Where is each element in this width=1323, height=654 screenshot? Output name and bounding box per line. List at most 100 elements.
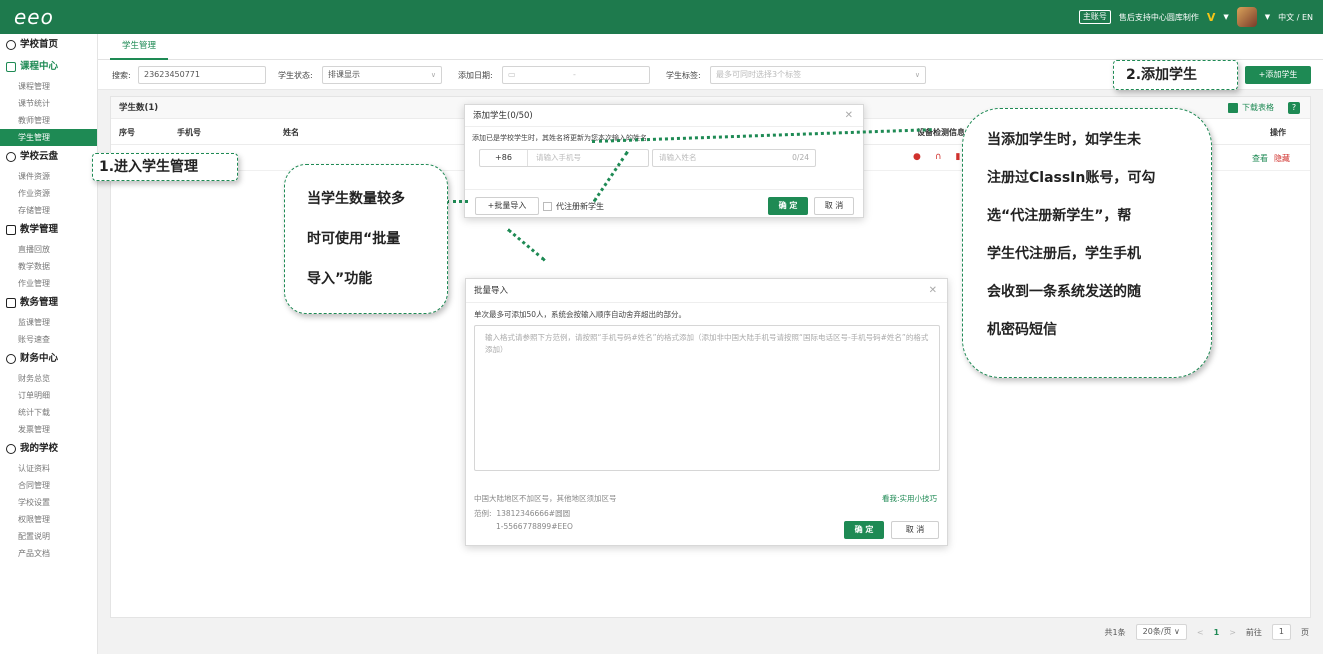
sidebar-item-lesson-stats[interactable]: 课节统计 xyxy=(0,95,97,112)
sidebar-item-student-manage[interactable]: 学生管理 xyxy=(0,129,97,146)
sidebar-item-replay[interactable]: 直播回放 xyxy=(0,241,97,258)
divider xyxy=(465,189,863,190)
sidebar-item-homework-res[interactable]: 作业资源 xyxy=(0,185,97,202)
sidebar-section-myschool[interactable]: 我的学校 xyxy=(0,438,97,460)
example-block: 范例: 13812346666#圆圆 1-5566778899#EEO xyxy=(474,507,573,533)
sidebar-item-account-lookup[interactable]: 账号速查 xyxy=(0,331,97,348)
sidebar-item-school-settings[interactable]: 学校设置 xyxy=(0,494,97,511)
language-switch[interactable]: 中文 / EN xyxy=(1278,12,1313,23)
view-link[interactable]: 查看 xyxy=(1252,153,1268,164)
phone-input[interactable]: 请输入手机号 xyxy=(536,150,581,166)
status-select[interactable]: 排课显示 ∨ xyxy=(322,66,442,84)
batch-cancel-button[interactable]: 取 消 xyxy=(891,521,939,539)
next-page-icon[interactable]: > xyxy=(1229,628,1236,637)
camera-icon: ● xyxy=(913,152,921,162)
sidebar-item-stats-download[interactable]: 统计下载 xyxy=(0,404,97,421)
col-device: 设备检测信息 xyxy=(917,128,965,137)
date-separator: - xyxy=(573,70,576,79)
spreadsheet-icon xyxy=(1228,103,1238,113)
goto-page-input[interactable]: 1 xyxy=(1271,624,1291,640)
country-code[interactable]: +86 xyxy=(480,150,528,166)
tag-placeholder: 最多可同时选择3个标签 xyxy=(716,70,802,79)
area-code-hint: 中国大陆地区不加区号，其他地区须加区号 xyxy=(474,494,617,503)
sidebar-item-invoice[interactable]: 发票管理 xyxy=(0,421,97,438)
add-student-button[interactable]: +添加学生 xyxy=(1245,66,1311,84)
page-size-select[interactable]: 20条/页 ∨ xyxy=(1135,624,1187,640)
sidebar-item-homework-manage[interactable]: 作业管理 xyxy=(0,275,97,292)
sidebar-section-label: 财务中心 xyxy=(20,353,59,364)
search-label: 搜索: xyxy=(112,71,131,80)
sidebar-section-cloud[interactable]: 学校云盘 xyxy=(0,146,97,168)
sidebar-item-config-notes[interactable]: 配置说明 xyxy=(0,528,97,545)
sidebar-section-home[interactable]: 学校首页 xyxy=(0,34,97,56)
sidebar-item-product-docs[interactable]: 产品文档 xyxy=(0,545,97,562)
sidebar-item-contracts[interactable]: 合同管理 xyxy=(0,477,97,494)
prev-page-icon[interactable]: < xyxy=(1197,628,1204,637)
sidebar-item-course-manage[interactable]: 课程管理 xyxy=(0,78,97,95)
name-input[interactable]: 请输入姓名 0/24 xyxy=(652,149,816,167)
sidebar-item-permissions[interactable]: 权限管理 xyxy=(0,511,97,528)
callout-register: 当添加学生时，如学生未 注册过ClassIn账号，可勾 选“代注册新学生”，帮 … xyxy=(962,108,1212,378)
sidebar-item-storage[interactable]: 存储管理 xyxy=(0,202,97,219)
hide-link[interactable]: 隐藏 xyxy=(1274,153,1290,164)
confirm-button[interactable]: 确 定 xyxy=(768,197,808,215)
batch-confirm-button[interactable]: 确 定 xyxy=(844,521,884,539)
callout-line: 当学生数量较多 xyxy=(307,191,405,207)
date-label: 添加日期: xyxy=(458,71,493,80)
pagination: 共1条 20条/页 ∨ < 1 > 前往 1 页 xyxy=(1105,624,1309,640)
status-label: 学生状态: xyxy=(278,71,313,80)
export-area: 下载表格 ? xyxy=(1228,97,1300,119)
page-size-value: 20条/页 xyxy=(1142,627,1172,636)
sidebar-section-course[interactable]: 课程中心 xyxy=(0,56,97,78)
add-dialog-title: 添加学生(0/50) xyxy=(473,111,533,121)
register-new-student-checkbox[interactable]: 代注册新学生 xyxy=(543,201,604,212)
current-page[interactable]: 1 xyxy=(1214,628,1220,637)
callout-line: 学生代注册后，学生手机 xyxy=(987,246,1141,262)
sidebar-section-finance[interactable]: 财务中心 xyxy=(0,348,97,370)
sidebar-item-courseware[interactable]: 课件资源 xyxy=(0,168,97,185)
dialog-title: 批量导入 ✕ xyxy=(466,279,947,303)
sidebar-section-label: 课程中心 xyxy=(20,61,59,72)
org-name[interactable]: 售后支持中心圆库制作 xyxy=(1119,12,1199,23)
gear-icon xyxy=(6,444,16,454)
eeo-logo[interactable]: eeo xyxy=(14,5,54,29)
sidebar-item-orders[interactable]: 订单明细 xyxy=(0,387,97,404)
chevron-down-icon[interactable]: ▼ xyxy=(1223,13,1228,21)
sidebar-section-label: 我的学校 xyxy=(20,443,59,454)
tab-student-manage[interactable]: 学生管理 xyxy=(110,34,169,60)
col-ops: 操作 xyxy=(1270,128,1286,137)
avatar-chevron-down-icon[interactable]: ▼ xyxy=(1265,13,1270,21)
avatar[interactable] xyxy=(1236,7,1257,27)
page-suffix: 页 xyxy=(1301,627,1309,637)
home-icon xyxy=(6,40,16,50)
sidebar-item-finance-overview[interactable]: 财务总览 xyxy=(0,370,97,387)
cancel-button[interactable]: 取 消 xyxy=(814,197,854,215)
date-range-picker[interactable]: ▭ - xyxy=(502,66,650,84)
sidebar-section-teaching[interactable]: 教学管理 xyxy=(0,219,97,241)
sidebar-item-teacher-manage[interactable]: 教师管理 xyxy=(0,112,97,129)
sidebar-item-teaching-data[interactable]: 教学数据 xyxy=(0,258,97,275)
tips-link[interactable]: 看我:实用小技巧 xyxy=(882,493,937,504)
chevron-down-icon: ∨ xyxy=(914,71,920,79)
batch-import-button[interactable]: +批量导入 xyxy=(475,197,539,215)
vip-icon: V xyxy=(1206,10,1216,24)
sidebar-item-monitor[interactable]: 监课管理 xyxy=(0,314,97,331)
close-icon[interactable]: ✕ xyxy=(929,279,937,303)
tag-select[interactable]: 最多可同时选择3个标签 ∨ xyxy=(710,66,926,84)
col-phone: 手机号 xyxy=(177,128,201,137)
help-icon[interactable]: ? xyxy=(1288,102,1300,114)
calendar-icon: ▭ xyxy=(508,70,516,79)
batch-textarea[interactable]: 输入格式请参照下方范例，请按照“手机号码#姓名”的格式添加（添加非中国大陆手机号… xyxy=(474,325,940,471)
checkbox-box[interactable] xyxy=(543,202,552,211)
sidebar-section-label: 教务管理 xyxy=(20,297,59,308)
sidebar-section-academic[interactable]: 教务管理 xyxy=(0,292,97,314)
callout-line: 选“代注册新学生”，帮 xyxy=(987,208,1132,224)
download-table-link[interactable]: 下载表格 xyxy=(1242,97,1274,119)
callout-batch-import: 当学生数量较多 时可使用“批量 导入”功能 xyxy=(284,164,448,314)
sidebar-item-certification[interactable]: 认证资料 xyxy=(0,460,97,477)
search-input[interactable]: 23623450771 xyxy=(138,66,266,84)
close-icon[interactable]: ✕ xyxy=(845,105,853,127)
phone-field: +86 请输入手机号 xyxy=(479,149,649,167)
callout-line: 注册过ClassIn账号，可勾 xyxy=(987,170,1156,186)
callout-line: 机密码短信 xyxy=(987,322,1057,338)
